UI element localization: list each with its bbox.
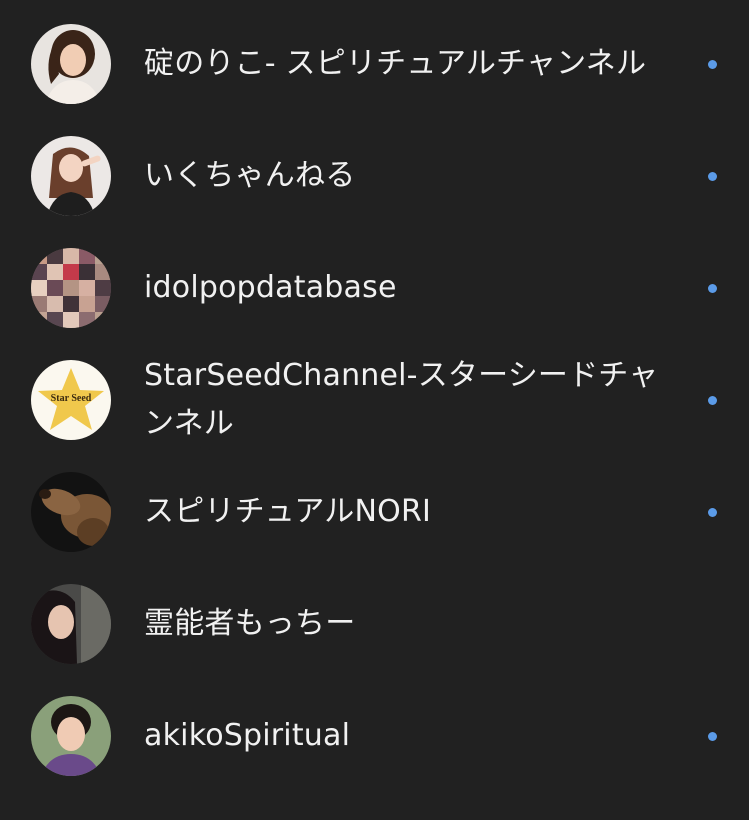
new-content-indicator [708,732,717,741]
channel-name: いくちゃんねる [144,158,356,193]
channel-name: akikoSpiritual [144,718,351,753]
channel-row[interactable]: Star Seed StarSeedChannel-スターシードチャンネル [0,352,749,448]
woman-long-hair-avatar [31,136,111,216]
channel-row[interactable]: スピリチュアルNORI [0,472,749,552]
new-content-indicator [708,60,717,69]
subscription-channel-list: 碇のりこ- スピリチュアルチャンネル いくちゃんねる idolpopdataba… [0,0,749,820]
dog-avatar [31,472,111,552]
star-seed-logo-avatar: Star Seed [31,360,111,440]
photo-collage-avatar [31,248,111,328]
channel-row[interactable]: 霊能者もっちー [0,584,749,664]
woman-portrait-avatar [31,24,111,104]
channel-row[interactable]: idolpopdatabase [0,248,749,328]
channel-row[interactable]: 碇のりこ- スピリチュアルチャンネル [0,24,749,104]
channel-name: StarSeedChannel-スターシードチャンネル [144,358,659,441]
woman-portrait-avatar [31,584,111,664]
new-content-indicator [708,284,717,293]
channel-name: スピリチュアルNORI [144,494,432,529]
channel-row[interactable]: いくちゃんねる [0,136,749,216]
channel-row[interactable]: akikoSpiritual [0,696,749,776]
woman-smiling-avatar [31,696,111,776]
channel-name: 碇のりこ- スピリチュアルチャンネル [144,46,647,81]
new-content-indicator [708,396,717,405]
channel-name: idolpopdatabase [144,270,397,305]
new-content-indicator [708,508,717,517]
new-content-indicator [708,172,717,181]
star-seed-logo-text: Star Seed [51,393,92,404]
channel-name: 霊能者もっちー [144,606,356,641]
